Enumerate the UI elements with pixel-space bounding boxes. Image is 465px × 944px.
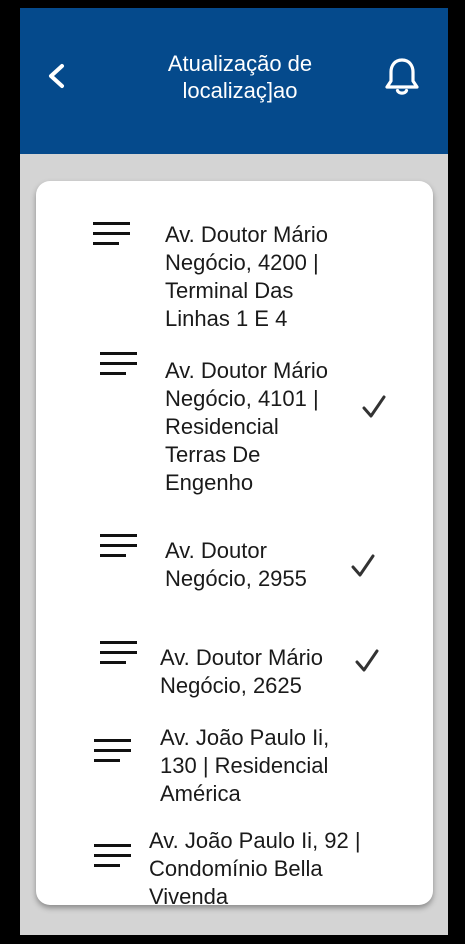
back-button[interactable]: [42, 58, 72, 94]
notifications-button[interactable]: [382, 56, 422, 98]
locations-card: Av. Doutor Mário Negócio, 4200 | Termina…: [36, 181, 433, 905]
menu-lines-icon: [94, 843, 134, 869]
location-label: Av. Doutor Mário Negócio, 4200 | Termina…: [165, 222, 329, 331]
page-title: Atualização de localizaç]ao: [167, 51, 313, 103]
location-item[interactable]: Av. Doutor Mário Negócio, 4101 | Residen…: [36, 349, 433, 499]
location-label: Av. Doutor Mário Negócio, 2625: [160, 645, 324, 698]
location-item[interactable]: Av. João Paulo Ii, 92 | Condomínio Bella…: [36, 821, 433, 905]
bell-icon: [385, 58, 419, 95]
location-label: Av. Doutor Mário Negócio, 4101 | Residen…: [165, 358, 329, 495]
menu-lines-icon: [100, 351, 140, 377]
location-item[interactable]: Av. Doutor Negócio, 2955: [36, 529, 433, 599]
checkmark-icon: [350, 553, 376, 579]
checkmark-icon: [361, 394, 387, 420]
chevron-left-icon: [49, 64, 64, 88]
location-item[interactable]: Av. João Paulo Ii, 130 | Residencial Amé…: [36, 716, 433, 811]
location-label: Av. João Paulo Ii, 92 | Condomínio Bella…: [149, 828, 361, 905]
location-item[interactable]: Av. Doutor Mário Negócio, 2625: [36, 636, 433, 706]
location-label: Av. João Paulo Ii, 130 | Residencial Amé…: [160, 725, 330, 806]
menu-lines-icon: [100, 640, 140, 666]
checkmark-icon: [354, 648, 380, 674]
app-header: Atualização de localizaç]ao: [20, 8, 448, 154]
menu-lines-icon: [93, 221, 133, 247]
menu-lines-icon: [94, 738, 134, 764]
location-label: Av. Doutor Negócio, 2955: [165, 538, 307, 591]
app-screen: Atualização de localizaç]ao Av. Doutor M…: [20, 8, 448, 935]
menu-lines-icon: [100, 533, 140, 559]
location-item[interactable]: Av. Doutor Mário Negócio, 4200 | Termina…: [36, 211, 433, 331]
